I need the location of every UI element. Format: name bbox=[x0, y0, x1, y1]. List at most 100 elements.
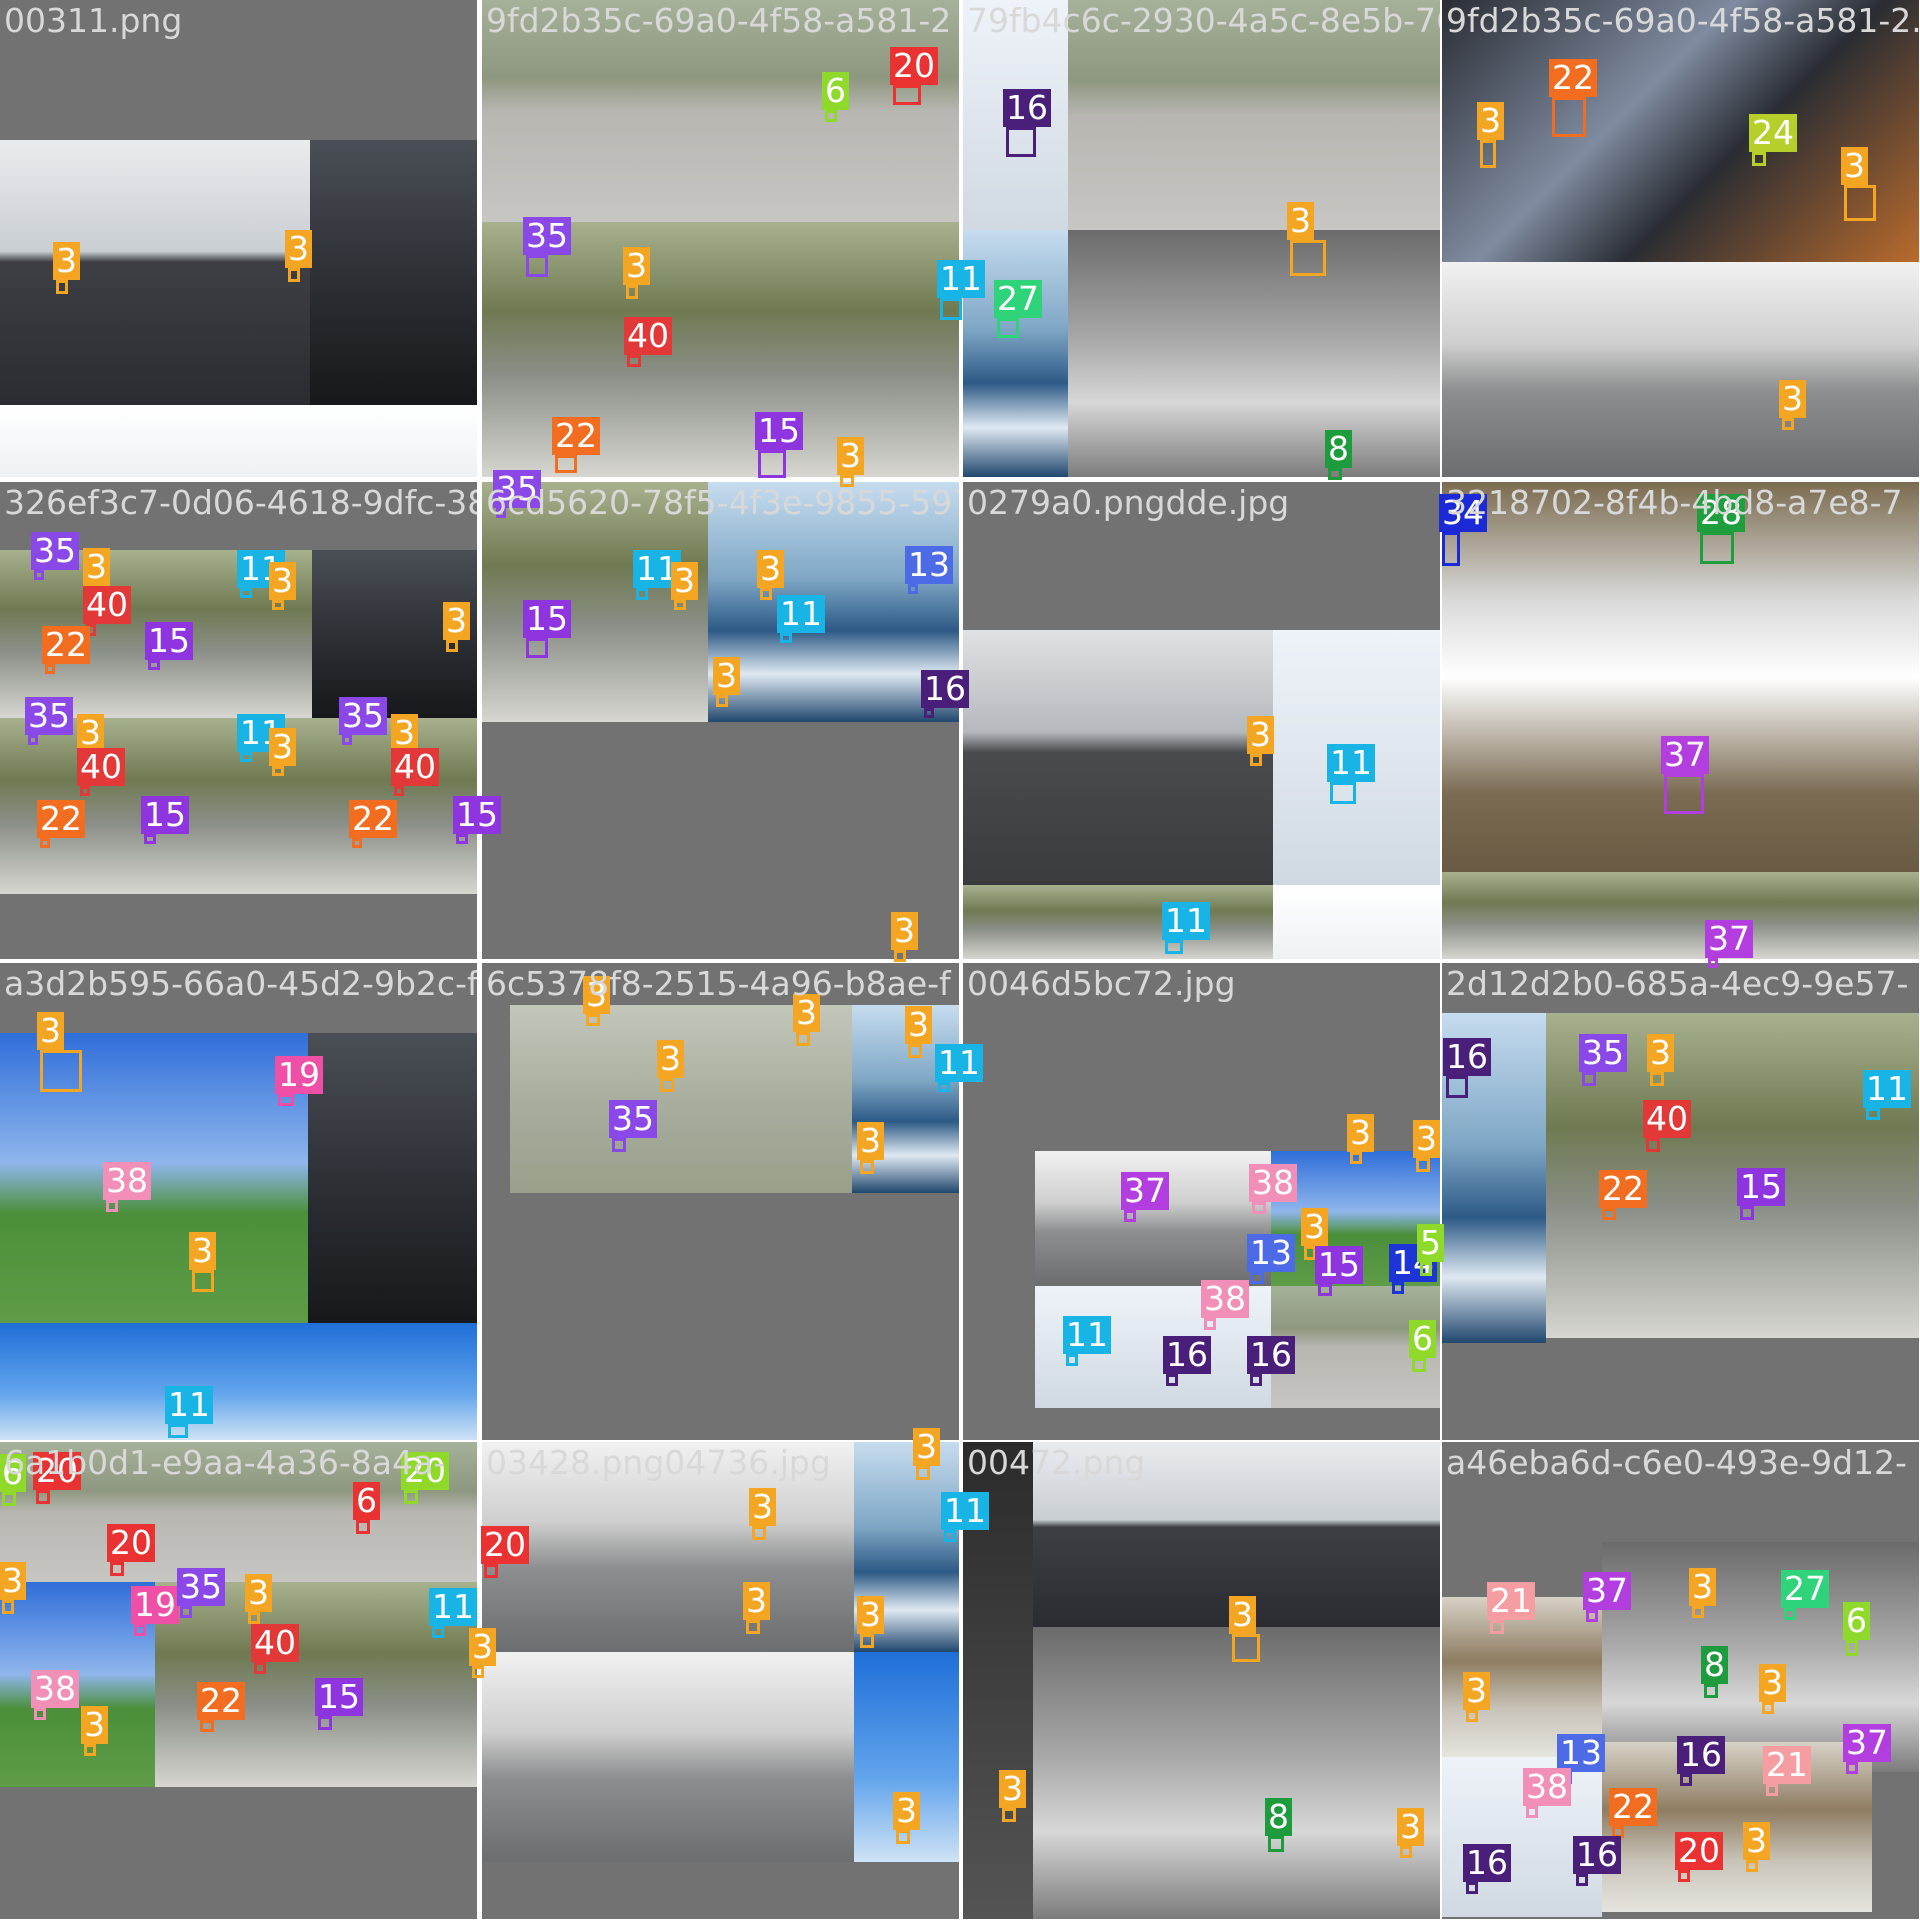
detection-box: 14 bbox=[1389, 1244, 1437, 1294]
detection-bbox bbox=[318, 1716, 332, 1730]
detection-class-label: 5 bbox=[1417, 1224, 1444, 1262]
detection-bbox bbox=[894, 950, 906, 962]
detection-class-label: 22 bbox=[42, 626, 90, 664]
detection-class-label: 6 bbox=[353, 1482, 380, 1520]
tile-title: 00311.png bbox=[4, 1, 183, 40]
detection-box: 11 bbox=[633, 550, 681, 600]
detection-class-label: 3 bbox=[1397, 1808, 1424, 1846]
tile-title: 0279a0.pngdde.jpg bbox=[967, 483, 1290, 522]
detection-box: 3 bbox=[1397, 1808, 1424, 1858]
detection-class-label: 37 bbox=[1661, 736, 1709, 774]
detection-bbox bbox=[1252, 1202, 1266, 1214]
detection-box: 3 bbox=[189, 1232, 216, 1292]
detection-box: 6 bbox=[1409, 1320, 1436, 1372]
detection-bbox bbox=[1602, 1208, 1616, 1220]
detection-bbox bbox=[1752, 152, 1766, 166]
detection-class-label: 3 bbox=[713, 657, 740, 695]
detection-box: 38 bbox=[31, 1670, 79, 1720]
detection-bbox bbox=[288, 268, 300, 282]
detection-class-label: 38 bbox=[1201, 1280, 1249, 1318]
detection-class-label: 3 bbox=[1287, 202, 1314, 240]
detection-bbox bbox=[940, 298, 962, 320]
detection-bbox bbox=[627, 355, 641, 367]
detection-class-label: 3 bbox=[1689, 1568, 1716, 1606]
detection-class-label: 20 bbox=[1675, 1832, 1723, 1870]
detection-class-label: 3 bbox=[83, 548, 110, 586]
detection-box: 35 bbox=[1579, 1034, 1627, 1086]
detection-bbox bbox=[586, 1014, 600, 1026]
detection-bbox bbox=[272, 600, 284, 610]
detection-bbox bbox=[1576, 1874, 1588, 1886]
detection-box: 6 bbox=[1843, 1602, 1870, 1656]
detection-box: 16 bbox=[1443, 1038, 1491, 1098]
detection-box: 16 bbox=[1573, 1836, 1621, 1886]
detection-class-label: 3 bbox=[837, 437, 864, 475]
detection-class-label: 3 bbox=[1841, 147, 1868, 185]
detection-class-label: 37 bbox=[1843, 1724, 1891, 1762]
detection-box: 3 bbox=[857, 1596, 884, 1648]
detection-bbox bbox=[394, 786, 404, 796]
detection-bbox bbox=[56, 280, 68, 294]
detection-class-label: 20 bbox=[890, 47, 938, 85]
detection-bbox bbox=[555, 455, 577, 473]
detection-bbox bbox=[1165, 940, 1183, 954]
detection-bbox bbox=[134, 1624, 146, 1636]
detection-class-label: 24 bbox=[1749, 114, 1797, 152]
detection-bbox bbox=[1846, 1762, 1858, 1774]
detection-bbox bbox=[40, 1050, 82, 1092]
detection-box: 11 bbox=[165, 1386, 213, 1438]
detection-class-label: 3 bbox=[749, 1488, 776, 1526]
detection-box: 13 bbox=[905, 546, 953, 594]
detection-box: 3 bbox=[713, 657, 740, 707]
detection-box: 11 bbox=[1063, 1316, 1111, 1366]
detection-class-label: 3 bbox=[1229, 1596, 1256, 1634]
detection-class-label: 3 bbox=[657, 1040, 684, 1078]
detection-box: 3 bbox=[269, 562, 296, 610]
detection-box: 6 bbox=[822, 72, 849, 122]
detection-class-label: 22 bbox=[552, 417, 600, 455]
detection-bbox bbox=[84, 1744, 96, 1756]
detection-class-label: 11 bbox=[941, 1492, 989, 1530]
detection-box: 3 bbox=[1413, 1120, 1440, 1172]
detection-bbox bbox=[1846, 1640, 1858, 1656]
detection-bbox bbox=[796, 1032, 810, 1046]
detection-bbox bbox=[1844, 185, 1876, 221]
detection-class-label: 11 bbox=[777, 595, 825, 633]
detection-bbox bbox=[1552, 97, 1586, 137]
tile-title: 326ef3c7-0d06-4618-9dfc-38 bbox=[4, 483, 477, 522]
detection-class-label: 13 bbox=[1247, 1234, 1295, 1272]
detection-box: 3 bbox=[757, 550, 784, 600]
detection-bbox bbox=[254, 1662, 266, 1674]
detection-class-label: 6 bbox=[1843, 1602, 1870, 1640]
detection-bbox bbox=[636, 588, 648, 600]
detection-box: 35 bbox=[177, 1568, 225, 1618]
detection-bbox bbox=[404, 1490, 418, 1504]
detection-box: 3 bbox=[81, 1706, 108, 1756]
detection-bbox bbox=[893, 85, 921, 105]
detection-class-label: 40 bbox=[624, 317, 672, 355]
detection-class-label: 16 bbox=[1677, 1736, 1725, 1774]
detection-bbox bbox=[110, 1562, 124, 1576]
detection-bbox bbox=[240, 752, 252, 762]
detection-class-label: 3 bbox=[1477, 102, 1504, 140]
detection-bbox bbox=[1066, 1354, 1078, 1366]
detection-bbox bbox=[1646, 1138, 1660, 1152]
tile-title: 6a1b0d1-e9aa-4a36-8a4a- bbox=[4, 1443, 446, 1482]
detection-bbox bbox=[456, 834, 468, 844]
detection-bbox bbox=[1740, 1206, 1754, 1220]
detection-class-label: 35 bbox=[339, 697, 387, 735]
detection-box: 3 bbox=[0, 1562, 26, 1614]
detection-bbox bbox=[34, 570, 44, 580]
detection-bbox bbox=[1866, 1108, 1880, 1120]
detection-box: 3 bbox=[1347, 1114, 1374, 1164]
detection-box: 3 bbox=[1759, 1664, 1786, 1714]
detection-box: 3 bbox=[1743, 1822, 1770, 1872]
detection-box: 28 bbox=[1697, 494, 1745, 564]
detection-class-label: 11 bbox=[1863, 1070, 1911, 1108]
tile-title: 00472.png bbox=[967, 1443, 1146, 1482]
detection-bbox bbox=[1664, 774, 1704, 814]
detection-box: 15 bbox=[1737, 1168, 1785, 1220]
detection-class-label: 16 bbox=[1003, 89, 1051, 127]
detection-box: 3 bbox=[1647, 1034, 1674, 1086]
detection-box: 37 bbox=[1121, 1172, 1169, 1222]
